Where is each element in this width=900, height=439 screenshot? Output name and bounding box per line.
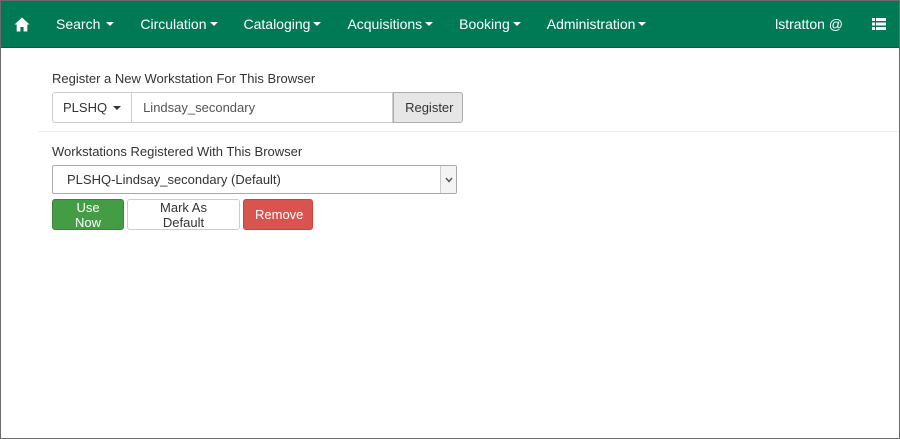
list-icon bbox=[872, 18, 886, 30]
home-button[interactable] bbox=[1, 1, 43, 47]
nav-administration[interactable]: Administration bbox=[534, 1, 660, 47]
register-input-group: PLSHQ Register bbox=[52, 92, 464, 123]
registered-workstations-label: Workstations Registered With This Browse… bbox=[52, 144, 303, 159]
nav-circulation-label: Circulation bbox=[140, 16, 207, 32]
nav-booking[interactable]: Booking bbox=[446, 1, 534, 47]
workstation-name-input[interactable] bbox=[132, 92, 394, 123]
chevron-down-icon bbox=[425, 22, 434, 26]
nav-search-label: Search bbox=[56, 16, 101, 32]
workstation-select-value: PLSHQ-Lindsay_secondary (Default) bbox=[67, 172, 281, 187]
chevron-down-icon bbox=[313, 22, 322, 26]
nav-administration-label: Administration bbox=[546, 16, 636, 32]
top-navbar: Search Circulation Cataloging Acquisitio… bbox=[1, 1, 899, 48]
nav-cataloging-label: Cataloging bbox=[243, 16, 311, 32]
nav-search[interactable]: Search bbox=[43, 1, 127, 47]
workstation-select[interactable]: PLSHQ-Lindsay_secondary (Default) bbox=[52, 165, 457, 194]
use-now-button[interactable]: Use Now bbox=[52, 199, 124, 230]
app-window: Search Circulation Cataloging Acquisitio… bbox=[0, 0, 900, 439]
nav-booking-label: Booking bbox=[459, 16, 510, 32]
nav-acquisitions-label: Acquisitions bbox=[347, 16, 423, 32]
nav-cataloging[interactable]: Cataloging bbox=[231, 1, 335, 47]
main-menu-button[interactable] bbox=[859, 1, 899, 47]
library-dropdown[interactable]: PLSHQ bbox=[52, 92, 133, 123]
nav-circulation[interactable]: Circulation bbox=[127, 1, 230, 47]
register-button[interactable]: Register bbox=[393, 92, 464, 123]
nav-right: lstratton @ bbox=[759, 1, 899, 47]
nav-acquisitions[interactable]: Acquisitions bbox=[334, 1, 446, 47]
divider bbox=[38, 131, 899, 132]
register-workstation-label: Register a New Workstation For This Brow… bbox=[52, 71, 316, 86]
library-dropdown-label: PLSHQ bbox=[63, 100, 108, 115]
chevron-down-icon bbox=[512, 22, 521, 26]
remove-button[interactable]: Remove bbox=[243, 199, 313, 230]
user-menu[interactable]: lstratton @ bbox=[759, 16, 859, 32]
home-icon bbox=[14, 17, 30, 31]
chevron-down-icon bbox=[209, 22, 218, 26]
chevron-down-icon bbox=[106, 22, 115, 26]
mark-as-default-button[interactable]: Mark As Default bbox=[127, 199, 240, 230]
chevron-down-icon bbox=[638, 22, 647, 26]
chevron-down-icon bbox=[440, 166, 456, 193]
chevron-down-icon bbox=[113, 105, 122, 110]
